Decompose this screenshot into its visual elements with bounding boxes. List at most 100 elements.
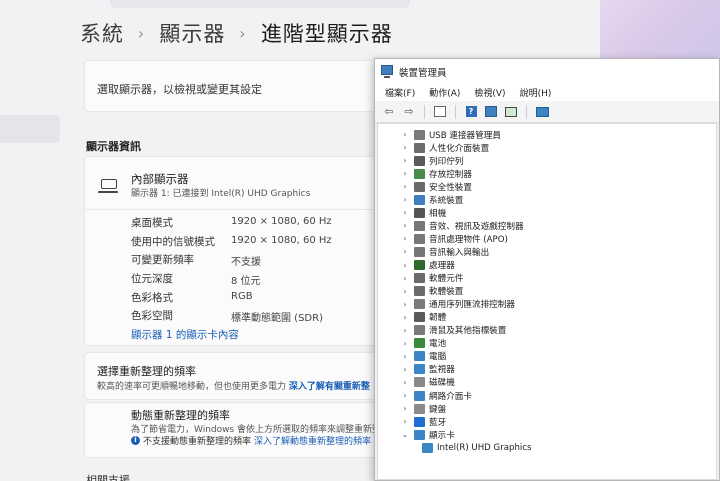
- bluetooth-icon: [414, 416, 425, 427]
- toolbar-separator: [424, 104, 425, 119]
- collapsed-chevron-icon[interactable]: ›: [398, 300, 412, 309]
- device-tree[interactable]: › USB 連接器管理員 › 人性化介面裝置 › 列印佇列 › 存放控制器 › 安全性裝置 › 系統裝…: [377, 123, 717, 480]
- breadcrumb-separator: ›: [239, 23, 247, 43]
- tree-category[interactable]: ⌄ 顯示卡: [378, 428, 455, 441]
- collapsed-chevron-icon[interactable]: ›: [398, 313, 412, 322]
- collapsed-chevron-icon[interactable]: ›: [398, 378, 412, 387]
- tree-category[interactable]: › 人性化介面裝置: [378, 141, 489, 154]
- tree-category[interactable]: › 存放控制器: [378, 167, 472, 180]
- divider: [85, 209, 393, 210]
- tree-category[interactable]: › 音訊輸入與輸出: [378, 245, 489, 258]
- tree-category[interactable]: › 滑鼠及其他指標裝置: [378, 324, 506, 337]
- collapsed-chevron-icon[interactable]: ›: [398, 352, 412, 361]
- collapsed-chevron-icon[interactable]: ›: [398, 404, 412, 413]
- collapsed-chevron-icon[interactable]: ›: [398, 391, 412, 400]
- collapsed-chevron-icon[interactable]: ›: [398, 247, 412, 256]
- tree-child-item[interactable]: Intel(R) UHD Graphics: [378, 441, 532, 454]
- tree-category[interactable]: › 安全性裝置: [378, 180, 472, 193]
- tree-category[interactable]: › 電腦: [378, 350, 446, 363]
- camera-icon: [414, 207, 425, 218]
- collapsed-chevron-icon[interactable]: ›: [398, 221, 412, 230]
- tree-category[interactable]: › 音效、視訊及遊戲控制器: [378, 219, 524, 232]
- tree-category[interactable]: › 電池: [378, 337, 446, 350]
- tree-category[interactable]: › 鍵盤: [378, 402, 446, 415]
- menu-view[interactable]: 檢視(V): [468, 83, 511, 101]
- device-manager-titlebar[interactable]: 裝置管理員: [375, 59, 719, 83]
- prop-label: 使用中的信號模式: [131, 236, 215, 248]
- scan-hardware-button[interactable]: [503, 104, 519, 120]
- tree-category[interactable]: › 列印佇列: [378, 154, 463, 167]
- tree-category[interactable]: › 韌體: [378, 311, 446, 324]
- dynamic-refresh-card: 動態重新整理的頻率 為了節省電力，Windows 會依上方所選取的頻率來調整重新…: [84, 402, 394, 458]
- tree-category[interactable]: › 處理器: [378, 259, 455, 272]
- security-device-icon: [414, 181, 425, 192]
- collapsed-chevron-icon[interactable]: ›: [398, 261, 412, 270]
- tree-category[interactable]: › 系統裝置: [378, 193, 463, 206]
- menu-action[interactable]: 動作(A): [423, 83, 466, 101]
- tree-category[interactable]: › USB 連接器管理員: [378, 128, 501, 141]
- refresh-rate-title: 選擇重新整理的頻率: [97, 365, 196, 378]
- refresh-rate-desc: 較高的速率可更順暢地移動，但也使用更多電力 深入了解有關重新整: [97, 379, 370, 392]
- collapsed-chevron-icon[interactable]: ›: [398, 365, 412, 374]
- collapsed-chevron-icon[interactable]: ›: [398, 234, 412, 243]
- menu-bar: 檔案(F) 動作(A) 檢視(V) 說明(H): [375, 83, 719, 101]
- collapsed-chevron-icon[interactable]: ›: [398, 130, 412, 139]
- usb-controller-icon: [414, 299, 425, 310]
- tree-category[interactable]: › 磁碟機: [378, 376, 455, 389]
- tree-category[interactable]: › 相機: [378, 206, 446, 219]
- collapsed-chevron-icon[interactable]: ›: [398, 156, 412, 165]
- expanded-chevron-icon[interactable]: ⌄: [398, 430, 412, 439]
- related-support-heading: 相關支援: [86, 474, 130, 481]
- tree-category[interactable]: › 音訊處理物件 (APO): [378, 232, 508, 245]
- tree-item-label: USB 連接器管理員: [429, 130, 501, 141]
- tree-category[interactable]: › 通用序列匯流排控制器: [378, 298, 515, 311]
- select-display-card[interactable]: 選取顯示器，以檢視或變更其設定: [84, 60, 394, 112]
- tree-category[interactable]: › 軟體元件: [378, 272, 463, 285]
- collapsed-chevron-icon[interactable]: ›: [398, 208, 412, 217]
- forward-arrow-icon[interactable]: ⇨: [401, 104, 417, 120]
- dynamic-refresh-learn-more-link[interactable]: 深入了解動態重新整理的頻率: [254, 434, 371, 447]
- device-manager-window[interactable]: 裝置管理員 檔案(F) 動作(A) 檢視(V) 說明(H) ⇦ ⇨ ? › USB…: [374, 58, 720, 481]
- properties-button[interactable]: [483, 104, 499, 120]
- adapter-properties-link[interactable]: 顯示器 1 的顯示卡內容: [131, 327, 239, 342]
- tree-category[interactable]: › 軟體裝置: [378, 285, 463, 298]
- tree-item-label: 音訊處理物件 (APO): [429, 234, 508, 245]
- breadcrumb-separator: ›: [138, 23, 146, 43]
- dynamic-refresh-unsupported: 不支援動態重新整理的頻率: [143, 437, 252, 447]
- refresh-rate-desc-text: 較高的速率可更順暢地移動，但也使用更多電力: [97, 382, 287, 392]
- dynamic-refresh-note: i 不支援動態重新整理的頻率 深入了解動態重新整理的頻率: [131, 434, 371, 447]
- prop-value: 不支援: [231, 257, 261, 268]
- select-display-label: 選取顯示器，以檢視或變更其設定: [97, 83, 262, 96]
- menu-file[interactable]: 檔案(F): [379, 83, 421, 101]
- back-arrow-icon[interactable]: ⇦: [381, 104, 397, 120]
- info-icon: i: [131, 436, 140, 445]
- collapsed-chevron-icon[interactable]: ›: [398, 326, 412, 335]
- collapsed-chevron-icon[interactable]: ›: [398, 143, 412, 152]
- tree-item-label: 電池: [429, 339, 447, 350]
- display-connection: 顯示器 1: 已連接到 Intel(R) UHD Graphics: [131, 189, 311, 199]
- collapsed-chevron-icon[interactable]: ›: [398, 195, 412, 204]
- tree-item-label: 音效、視訊及遊戲控制器: [429, 221, 524, 232]
- breadcrumb-system[interactable]: 系統: [80, 18, 124, 48]
- tree-item-label: 藍牙: [429, 417, 447, 428]
- tree-category[interactable]: › 網路介面卡: [378, 389, 472, 402]
- collapsed-chevron-icon[interactable]: ›: [398, 287, 412, 296]
- tree-category[interactable]: › 監視器: [378, 363, 455, 376]
- tree-item-label: 軟體裝置: [429, 287, 464, 298]
- tree-category[interactable]: › 藍牙: [378, 415, 446, 428]
- collapsed-chevron-icon[interactable]: ›: [398, 339, 412, 348]
- collapsed-chevron-icon[interactable]: ›: [398, 182, 412, 191]
- section-title: 顯示器資訊: [86, 140, 141, 153]
- update-driver-button[interactable]: [534, 104, 550, 120]
- menu-help[interactable]: 說明(H): [514, 83, 558, 101]
- tree-item-label: 相機: [429, 208, 447, 219]
- collapsed-chevron-icon[interactable]: ›: [398, 169, 412, 178]
- show-hide-tree-button[interactable]: [432, 104, 448, 120]
- collapsed-chevron-icon[interactable]: ›: [398, 274, 412, 283]
- breadcrumb-display[interactable]: 顯示器: [159, 18, 225, 48]
- refresh-rate-card[interactable]: 選擇重新整理的頻率 較高的速率可更順暢地移動，但也使用更多電力 深入了解有關重新…: [84, 352, 394, 400]
- collapsed-chevron-icon[interactable]: ›: [398, 417, 412, 426]
- help-button[interactable]: ?: [463, 104, 479, 120]
- tree-item-label: 處理器: [429, 261, 455, 271]
- refresh-rate-learn-more-link[interactable]: 深入了解有關重新整: [289, 382, 370, 392]
